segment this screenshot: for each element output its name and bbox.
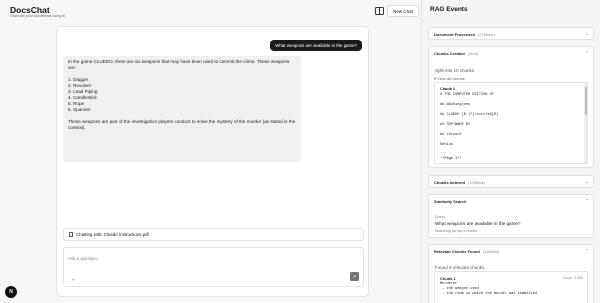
- chunk-line: ## Waddingtons: [440, 103, 471, 107]
- new-chat-button[interactable]: New Chat: [387, 5, 419, 17]
- event-name: Similarity Search: [434, 199, 467, 204]
- chat-panel: What weapons are available in the game? …: [56, 26, 369, 297]
- question-input[interactable]: [68, 254, 328, 262]
- event-name: Chunks Indexed: [434, 180, 465, 185]
- chunk-label: Chunk 1: [440, 87, 455, 91]
- chevron-down-icon[interactable]: ⌄: [586, 31, 589, 36]
- chunk-line: # THE COMPUTER EDITION OF: [440, 93, 494, 97]
- event-duration: (2769ms): [477, 32, 495, 37]
- event-relevant-chunks: Relevant Chunks Found (1188ms) ⌃ Found 5…: [428, 244, 594, 303]
- chunk-preview: Chunk 1 # THE COMPUTER EDITION OF ## Wad…: [434, 82, 588, 164]
- chevron-up-icon[interactable]: ⌃: [586, 50, 589, 55]
- event-similarity-search: Similarity Search ⌃ Query: What weapons …: [428, 194, 594, 238]
- rag-events-panel: RAG Events Document Processed (2769ms) ⌄…: [421, 0, 600, 303]
- chunk-line: ## SOFTWARE BY: [440, 123, 471, 127]
- chunk-line: ## CLUEDO ($ ]^{\circled{R}: [440, 113, 499, 117]
- event-chunks-indexed[interactable]: Chunks Indexed (1939ms) ⌄: [428, 175, 594, 188]
- query-text: What weapons are available in the game?: [435, 221, 521, 226]
- chunk-line: Genius: [440, 143, 453, 147]
- chevron-up-icon[interactable]: ⌃: [586, 198, 589, 203]
- send-button[interactable]: ↗: [350, 272, 359, 281]
- assistant-intro: In the game CLUEDO, there are six weapon…: [68, 59, 290, 70]
- scrollbar[interactable]: [584, 83, 587, 163]
- chunk-line: Murderer: [440, 282, 458, 286]
- chunk-line: ...: [440, 151, 447, 155]
- avatar[interactable]: N: [5, 286, 17, 298]
- toggle-sidebar-icon[interactable]: [375, 7, 384, 15]
- question-input-box[interactable]: ↵ ↗: [63, 247, 364, 287]
- chunks-summary: Split into 10 chunks: [435, 68, 475, 73]
- chunk-score: Score: 0.255: [563, 276, 583, 280]
- event-document-processed[interactable]: Document Processed (2769ms) ⌄: [428, 27, 594, 40]
- chunk-line: **Page 1**: [440, 157, 462, 161]
- chatting-with-label: Chatting with: Cluedo Instructions.pdf: [76, 232, 149, 237]
- chunk-line: - the room in which the murder was commi…: [440, 292, 538, 296]
- input-marker: ↵: [72, 277, 76, 282]
- event-name: Relevant Chunks Found: [434, 249, 480, 254]
- chevron-down-icon[interactable]: ⌄: [586, 179, 589, 184]
- event-name: Chunks Created: [434, 51, 465, 56]
- event-name: Document Processed: [434, 32, 475, 37]
- document-icon: [69, 232, 73, 237]
- event-duration: (1939ms): [467, 180, 485, 185]
- chevron-up-icon[interactable]: ⌃: [586, 248, 589, 253]
- chatting-with-bar: Chatting with: Cluedo Instructions.pdf: [63, 228, 364, 241]
- query-label: Query:: [435, 215, 446, 219]
- assistant-outro: These weapons are part of the investigat…: [68, 119, 296, 130]
- event-duration: (1ms): [467, 51, 478, 56]
- event-chunks-created: Chunks Created (1ms) ⌃ Split into 10 chu…: [428, 46, 594, 168]
- chunk-line: ## Leisure: [440, 133, 462, 137]
- chunk-line: - the weapon used: [440, 287, 479, 291]
- relevant-summary: Found 5 relevant chunks: [435, 265, 485, 270]
- send-icon: ↗: [352, 273, 357, 280]
- view-all-chunks-toggle[interactable]: ▾ View all chunks: [434, 76, 465, 81]
- search-status: Searching for top 5 results: [435, 229, 477, 233]
- app-subtitle: Chat with your documents using AI: [10, 14, 66, 18]
- rag-events-title: RAG Events: [430, 6, 468, 13]
- event-duration: (1188ms): [482, 249, 500, 254]
- assistant-message: In the game CLUEDO, there are six weapon…: [63, 56, 301, 162]
- scroll-thumb[interactable]: [584, 87, 587, 115]
- chunk-label: Chunk 1: [440, 276, 456, 281]
- chat-area: DocsChat Chat with your documents using …: [0, 0, 420, 303]
- relevant-chunk: Chunk 1 Score: 0.255 Murderer - the weap…: [434, 271, 588, 303]
- user-message: What weapons are available in the game?: [270, 40, 362, 51]
